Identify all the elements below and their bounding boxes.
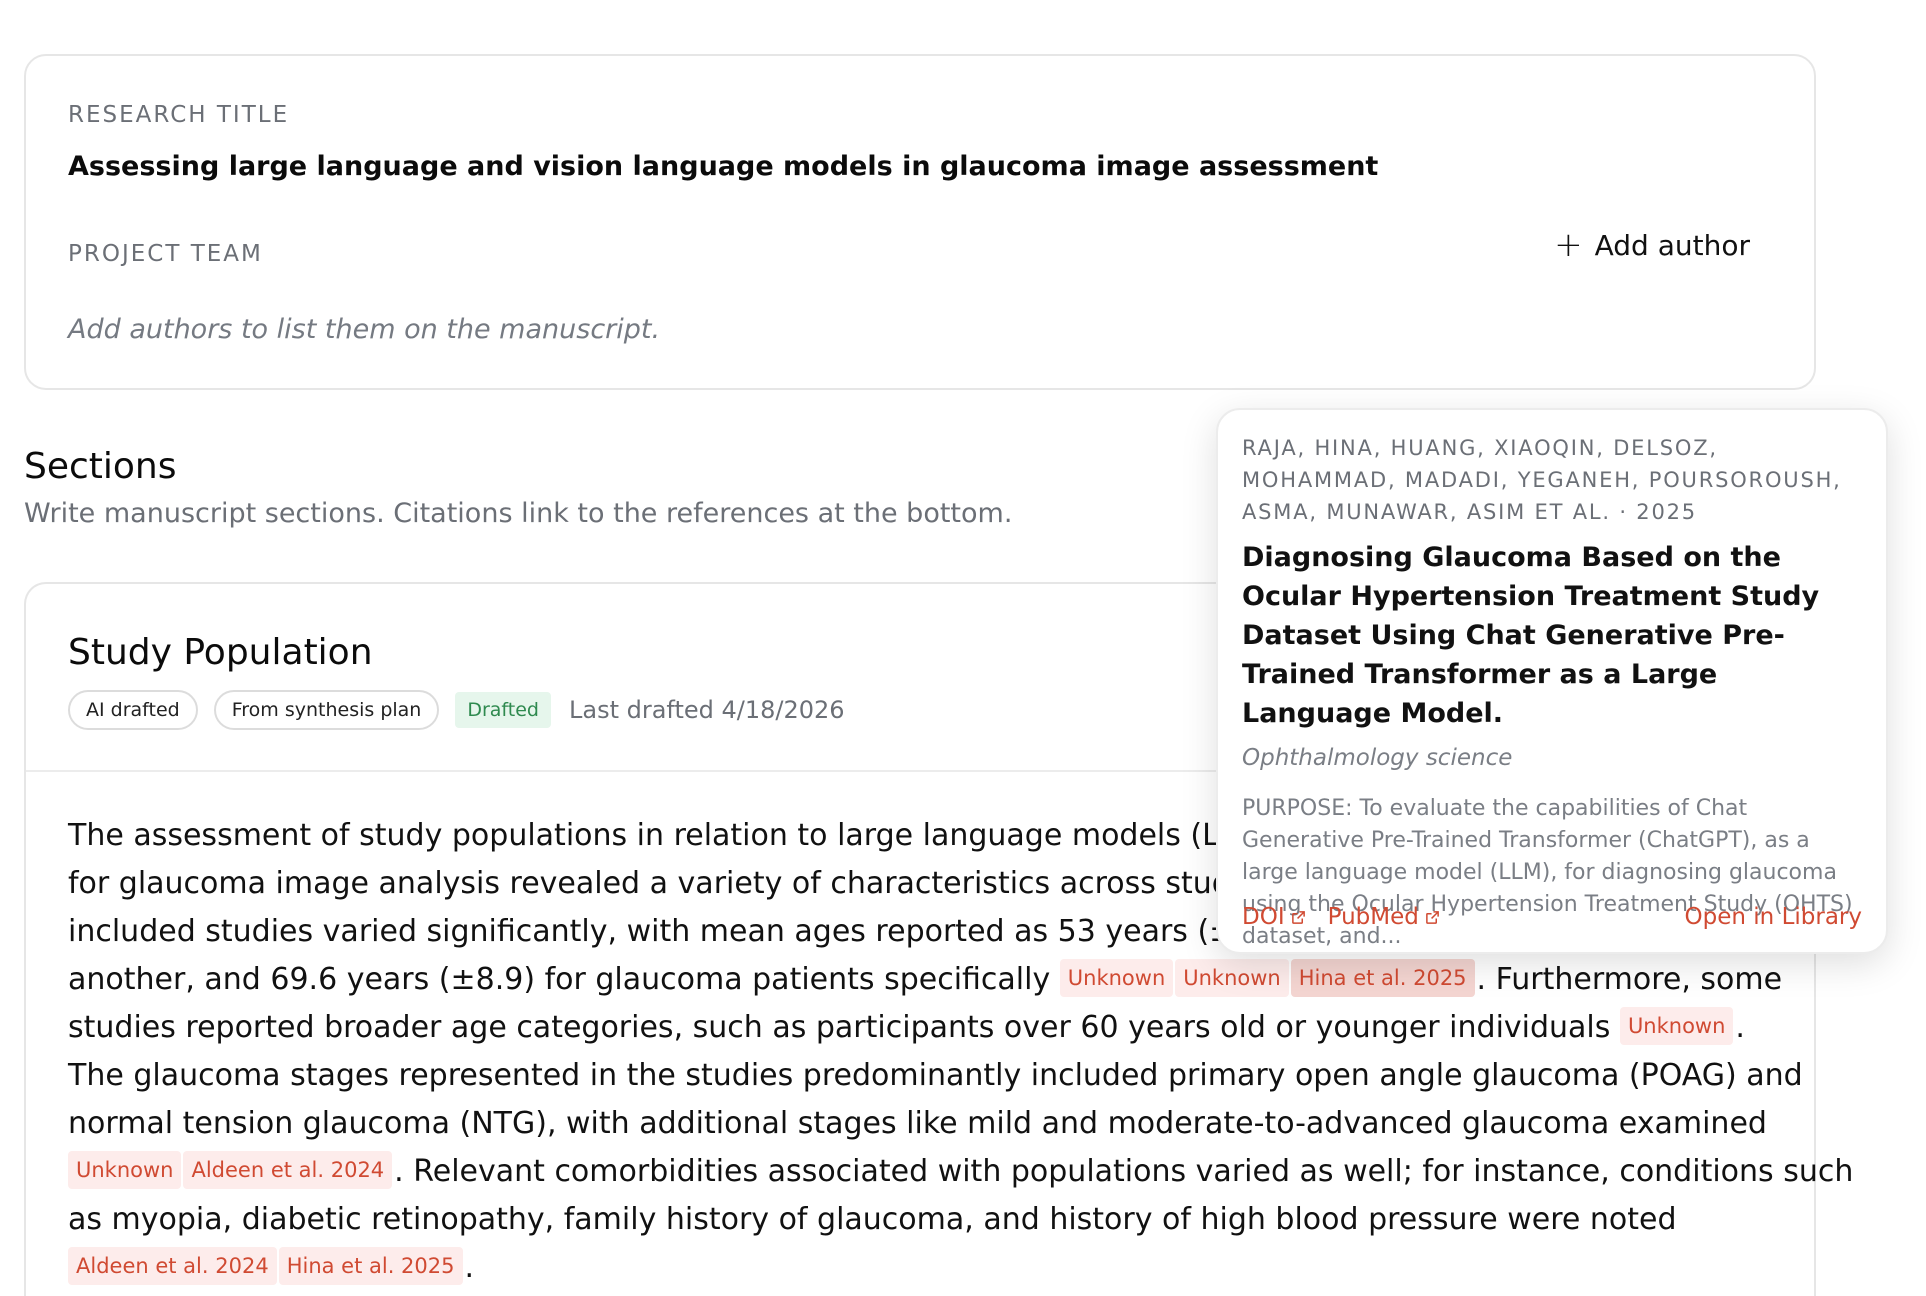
add-author-button[interactable]: + Add author [1554, 228, 1750, 262]
research-card: RESEARCH TITLE Assessing large language … [24, 54, 1816, 390]
line-text: . [464, 1250, 475, 1285]
citation-chip[interactable]: Hina et al. 2025 [278, 1246, 463, 1285]
body-line: Unknown Aldeen et al. 2024. Relevant como… [68, 1148, 1853, 1196]
citation-chip[interactable]: Unknown [1059, 958, 1174, 997]
citation-chip[interactable]: Aldeen et al. 2024 [183, 1150, 393, 1189]
last-drafted-timestamp: Last drafted 4/18/2026 [568, 696, 845, 724]
line-text: another, and 69.6 years (±8.9) for glauc… [68, 962, 1060, 997]
line-text: for glaucoma image analysis revealed a v… [68, 866, 1283, 901]
authors-hint: Add authors to list them on the manuscri… [68, 314, 661, 345]
external-link-icon [1425, 910, 1439, 924]
research-title[interactable]: Assessing large language and vision lang… [68, 151, 1378, 182]
body-line: Aldeen et al. 2024 Hina et al. 2025. [68, 1244, 1788, 1292]
line-text: normal tension glaucoma (NTG), with addi… [68, 1106, 1767, 1141]
citation-chip[interactable]: Aldeen et al. 2024 [68, 1246, 277, 1285]
body-line: another, and 69.6 years (±8.9) for glauc… [68, 956, 1788, 1004]
ai-drafted-badge: AI drafted [68, 690, 198, 730]
section-badges: AI drafted From synthesis plan Drafted L… [68, 690, 845, 730]
external-link-icon [1291, 910, 1305, 924]
citation-chip-active[interactable]: Hina et al. 2025 [1290, 958, 1475, 997]
sections-heading: Sections [24, 446, 177, 487]
body-line: The glaucoma stages represented in the s… [68, 1052, 1803, 1100]
add-author-label: Add author [1594, 228, 1750, 262]
citation-chip[interactable]: Unknown [1619, 1006, 1734, 1045]
line-text: The assessment of study populations in r… [68, 818, 1289, 853]
line-text: . Relevant comorbidities associated with… [394, 1154, 1854, 1189]
citation-popover: RAJA, HINA, HUANG, XIAOQIN, DELSOZ, MOHA… [1216, 408, 1888, 954]
section-title[interactable]: Study Population [68, 632, 373, 673]
line-text: as myopia, diabetic retinopathy, family … [68, 1202, 1677, 1237]
pubmed-label: PubMed [1327, 904, 1419, 930]
citation-chip[interactable]: Unknown [1175, 958, 1289, 997]
body-line: studies reported broader age categories,… [68, 1004, 1788, 1052]
popover-journal: Ophthalmology science [1242, 745, 1513, 771]
popover-title: Diagnosing Glaucoma Based on the Ocular … [1242, 542, 1820, 729]
doi-label: DOI [1242, 904, 1285, 930]
citation-chip[interactable]: Unknown [68, 1150, 182, 1189]
popover-authors: RAJA, HINA, HUANG, XIAOQIN, DELSOZ, MOHA… [1242, 436, 1842, 524]
sections-subheading: Write manuscript sections. Citations lin… [24, 498, 1013, 529]
body-line: normal tension glaucoma (NTG), with addi… [68, 1100, 1788, 1148]
research-title-label: RESEARCH TITLE [68, 102, 290, 128]
synthesis-plan-badge: From synthesis plan [213, 690, 440, 730]
plus-icon: + [1554, 225, 1583, 265]
line-text: studies reported broader age categories,… [68, 1010, 1620, 1045]
line-text: The glaucoma stages represented in the s… [68, 1058, 1803, 1093]
status-badge: Drafted [455, 692, 551, 728]
pubmed-link[interactable]: PubMed [1328, 904, 1440, 930]
popover-links: DOI PubMed Open in Library [1242, 904, 1862, 930]
open-in-library-link[interactable]: Open in Library [1685, 904, 1862, 930]
line-text: . Furthermore, some [1476, 962, 1783, 997]
project-team-label: PROJECT TEAM [68, 241, 263, 267]
line-text: included studies varied significantly, w… [68, 914, 1285, 949]
doi-link[interactable]: DOI [1242, 904, 1306, 930]
line-text: . [1735, 1010, 1745, 1045]
body-line: as myopia, diabetic retinopathy, family … [68, 1196, 1788, 1244]
